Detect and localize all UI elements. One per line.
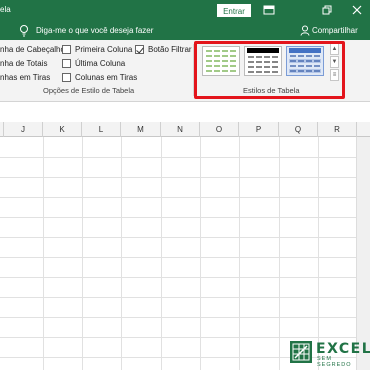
grid-row-line [0, 177, 356, 178]
banded-columns-checkbox[interactable] [62, 73, 71, 82]
table-styles-highlight-box [194, 41, 345, 99]
close-icon[interactable] [350, 3, 364, 17]
grid-column-line [121, 137, 122, 370]
person-icon [300, 25, 310, 36]
logo-grid-icon [290, 341, 312, 363]
filter-button-label: Botão Filtrar [148, 45, 192, 54]
table-style-options-group-label: Opções de Estilo de Tabela [43, 86, 135, 95]
grid-row-line [0, 217, 356, 218]
grid-row-line [0, 257, 356, 258]
column-header-p[interactable]: P [239, 122, 279, 137]
grid-row-line [0, 277, 356, 278]
column-header-k[interactable]: K [43, 122, 82, 137]
grid-column-line [200, 137, 201, 370]
vertical-scrollbar[interactable] [356, 137, 370, 370]
grid-column-line [318, 137, 319, 370]
share-button[interactable]: Compartilhar [312, 26, 358, 35]
last-column-checkbox[interactable] [62, 59, 71, 68]
grid-row-line [0, 337, 356, 338]
grid-row-line [0, 157, 356, 158]
window-title: ela [0, 5, 11, 14]
tell-me-bar: Diga-me o que você deseja fazer Comparti… [0, 21, 370, 40]
grid-row-line [0, 297, 356, 298]
excel-sem-segredo-logo: EXCEL SEM SEGREDO [290, 341, 370, 368]
grid-column-line [239, 137, 240, 370]
column-header-m[interactable]: M [121, 122, 161, 137]
title-bar: ela Entrar [0, 0, 370, 21]
sign-in-button[interactable]: Entrar [217, 4, 251, 17]
lightbulb-icon [18, 24, 30, 37]
grid-column-line [279, 137, 280, 370]
banded-rows-option[interactable]: nhas em Tiras [0, 72, 50, 83]
header-row-option[interactable]: nha de Cabeçalho [0, 44, 65, 55]
column-header-l[interactable]: L [82, 122, 121, 137]
column-header-row: J K L M N O P Q R [0, 122, 370, 137]
total-row-option[interactable]: nha de Totais [0, 58, 47, 69]
tell-me-input[interactable]: Diga-me o que você deseja fazer [36, 26, 153, 35]
last-column-label: Última Coluna [75, 59, 126, 68]
filter-button-checkbox[interactable] [135, 45, 144, 54]
worksheet-grid[interactable] [0, 122, 370, 370]
grid-column-line [161, 137, 162, 370]
first-column-checkbox[interactable] [62, 45, 71, 54]
column-header-r[interactable]: R [318, 122, 357, 137]
grid-row-line [0, 237, 356, 238]
logo-subtext: SEM SEGREDO [317, 356, 352, 368]
column-header-j[interactable]: J [4, 122, 43, 137]
column-header-q[interactable]: Q [279, 122, 318, 137]
ribbon-display-options-icon[interactable] [262, 3, 276, 17]
banded-columns-label: Colunas em Tiras [75, 73, 138, 82]
logo-text: EXCEL [316, 341, 370, 357]
grid-row-line [0, 317, 356, 318]
grid-row-line [0, 197, 356, 198]
restore-icon[interactable] [320, 3, 334, 17]
grid-column-line [82, 137, 83, 370]
column-header-o[interactable]: O [200, 122, 239, 137]
grid-column-line [43, 137, 44, 370]
column-header-n[interactable]: N [161, 122, 200, 137]
first-column-label: Primeira Coluna [75, 45, 133, 54]
